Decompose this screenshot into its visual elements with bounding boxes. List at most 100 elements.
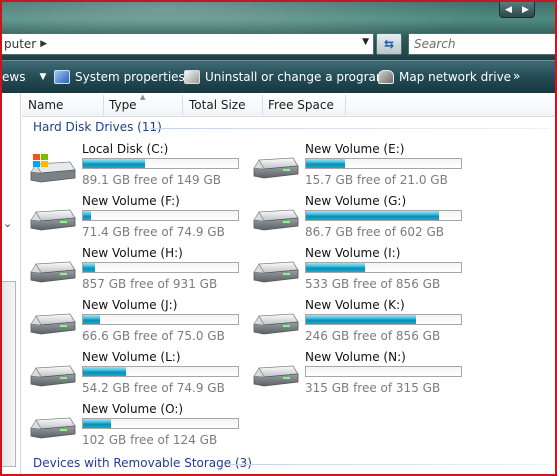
drive-tile[interactable]: New Volume (G:) 86.7 GB free of 602 GB [253, 194, 475, 244]
column-total-size[interactable]: Total Size [189, 98, 245, 112]
address-bar[interactable]: puter ▶ ▼ [2, 33, 374, 55]
address-dropdown-icon[interactable]: ▼ [362, 37, 369, 47]
navigation-scrollbar[interactable] [2, 281, 16, 467]
drive-tile[interactable]: Local Disk (C:) 89.1 GB free of 149 GB [30, 142, 252, 192]
drive-free-space: 66.6 GB free of 75.0 GB [82, 329, 225, 343]
drive-usage-fill [306, 159, 345, 168]
system-properties-button[interactable]: System properties [54, 70, 185, 84]
explorer-window: ◀ ▶ puter ▶ ▼ ⇆ Search ews ▼ System prop… [0, 0, 557, 476]
search-placeholder: Search [414, 37, 456, 51]
drive-tile[interactable]: New Volume (H:) 857 GB free of 931 GB [30, 246, 252, 296]
hard-drive-icon [30, 362, 76, 390]
hard-drive-icon [253, 206, 299, 234]
hard-drive-icon [30, 206, 76, 234]
column-free-space[interactable]: Free Space [268, 98, 334, 112]
drive-free-space: 315 GB free of 315 GB [305, 381, 441, 395]
refresh-button[interactable]: ⇆ [376, 33, 402, 55]
column-divider[interactable] [262, 95, 263, 115]
column-divider[interactable] [103, 95, 104, 115]
hard-drive-icon [30, 310, 76, 338]
drive-tile[interactable]: New Volume (K:) 246 GB free of 856 GB [253, 298, 475, 348]
hard-drive-icon [253, 154, 299, 182]
column-header: Name Type ▲ Total Size Free Space [22, 93, 555, 117]
drive-usage-fill [83, 419, 111, 428]
drive-usage-fill [83, 367, 127, 376]
window-nav-buttons[interactable]: ◀ ▶ [499, 2, 535, 18]
drive-tile[interactable]: New Volume (O:) 102 GB free of 124 GB [30, 402, 252, 452]
drive-name: New Volume (K:) [305, 298, 405, 312]
hard-drive-icon [30, 414, 76, 442]
navigation-pane: ⌄ [2, 93, 21, 474]
drive-name: New Volume (L:) [82, 350, 181, 364]
drive-usage-bar [82, 418, 239, 429]
group-divider [150, 128, 550, 129]
hard-drive-icon [253, 310, 299, 338]
column-divider[interactable] [345, 95, 346, 115]
sort-ascending-icon: ▲ [140, 93, 146, 101]
chevron-down-icon[interactable]: ▼ [39, 72, 46, 82]
system-properties-icon [54, 70, 70, 84]
drive-usage-fill [83, 263, 96, 272]
command-toolbar: ews ▼ System properties Uninstall or cha… [2, 60, 555, 93]
drive-free-space: 86.7 GB free of 602 GB [305, 225, 444, 239]
drive-name: New Volume (J:) [82, 298, 178, 312]
drive-usage-fill [306, 263, 365, 272]
drive-free-space: 533 GB free of 856 GB [305, 277, 441, 291]
column-type[interactable]: Type [109, 98, 137, 112]
column-divider[interactable] [182, 95, 183, 115]
group-divider [228, 464, 550, 465]
map-network-drive-button[interactable]: Map network drive [378, 70, 511, 84]
drive-tile[interactable]: New Volume (E:) 15.7 GB free of 21.0 GB [253, 142, 475, 192]
windows-drive-icon [30, 154, 76, 183]
uninstall-icon [184, 70, 200, 84]
drive-usage-bar [82, 314, 239, 325]
views-label: ews [2, 70, 26, 84]
forward-arrow-icon[interactable]: ▶ [522, 5, 529, 15]
hard-drive-icon [253, 362, 299, 390]
chevron-down-icon[interactable]: ⌄ [3, 217, 12, 230]
drive-free-space: 71.4 GB free of 74.9 GB [82, 225, 225, 239]
drive-tile[interactable]: New Volume (J:) 66.6 GB free of 75.0 GB [30, 298, 252, 348]
hard-drive-icon [253, 258, 299, 286]
group-header-removable-storage[interactable]: Devices with Removable Storage (3) [33, 456, 252, 470]
drive-usage-fill [306, 211, 440, 220]
drive-name: New Volume (F:) [82, 194, 180, 208]
drive-free-space: 857 GB free of 931 GB [82, 277, 218, 291]
back-arrow-icon[interactable]: ◀ [505, 5, 512, 15]
group-header-hard-disk-drives[interactable]: Hard Disk Drives (11) [33, 120, 162, 134]
more-commands-button[interactable]: » [513, 69, 520, 83]
drive-usage-fill [83, 315, 101, 324]
more-commands-icon: » [513, 69, 521, 83]
drive-free-space: 54.2 GB free of 74.9 GB [82, 381, 225, 395]
drive-name: New Volume (E:) [305, 142, 405, 156]
drive-usage-bar [82, 262, 239, 273]
breadcrumb[interactable]: puter [2, 37, 36, 51]
hard-drive-icon [30, 258, 76, 286]
drive-usage-fill [306, 315, 417, 324]
drive-tile[interactable]: New Volume (F:) 71.4 GB free of 74.9 GB [30, 194, 252, 244]
uninstall-program-button[interactable]: Uninstall or change a program [184, 70, 388, 84]
column-name[interactable]: Name [28, 98, 63, 112]
drive-usage-bar [82, 158, 239, 169]
drive-usage-bar [305, 366, 462, 377]
drive-usage-fill [83, 159, 145, 168]
network-drive-icon [378, 70, 394, 84]
drive-usage-bar [82, 366, 239, 377]
drive-tile[interactable]: New Volume (I:) 533 GB free of 856 GB [253, 246, 475, 296]
drive-tile[interactable]: New Volume (L:) 54.2 GB free of 74.9 GB [30, 350, 252, 400]
drive-name: New Volume (H:) [82, 246, 183, 260]
views-button[interactable]: ews ▼ [2, 70, 46, 84]
drive-usage-bar [305, 314, 462, 325]
drive-usage-bar [82, 210, 239, 221]
drive-name: New Volume (O:) [82, 402, 184, 416]
drive-free-space: 15.7 GB free of 21.0 GB [305, 173, 448, 187]
search-input[interactable]: Search [408, 33, 555, 55]
drive-tile[interactable]: New Volume (N:) 315 GB free of 315 GB [253, 350, 475, 400]
drive-name: New Volume (G:) [305, 194, 407, 208]
breadcrumb-chevron-icon[interactable]: ▶ [40, 39, 47, 49]
drive-name: Local Disk (C:) [82, 142, 169, 156]
drive-usage-bar [305, 210, 462, 221]
drive-free-space: 89.1 GB free of 149 GB [82, 173, 221, 187]
drive-free-space: 246 GB free of 856 GB [305, 329, 441, 343]
system-properties-label: System properties [75, 70, 185, 84]
